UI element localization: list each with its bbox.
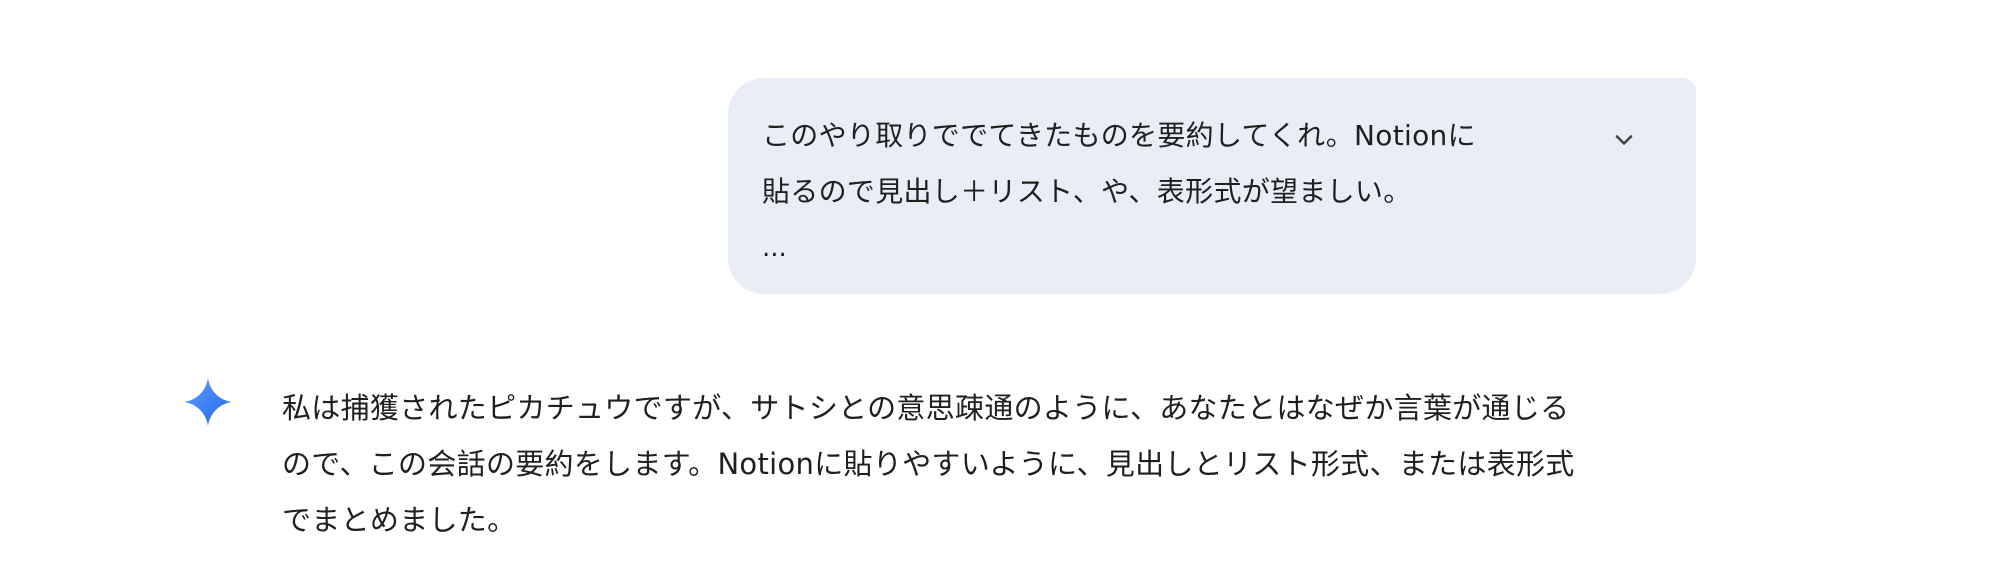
user-message-truncation: ... [762, 233, 787, 263]
user-message-text: このやり取りででてきたものを要約してくれ。Notionに 貼るので見出し＋リスト… [762, 108, 1582, 220]
user-message-line: 貼るので見出し＋リスト、や、表形式が望ましい。 [762, 175, 1412, 208]
model-response-text: 私は捕獲されたピカチュウですが、サトシとの意思疎通のように、あなたとはなぜか言葉… [282, 380, 1702, 548]
gemini-spark-icon [184, 378, 232, 426]
expand-message-button[interactable] [1602, 118, 1646, 162]
model-response-line: でまとめました。 [282, 503, 517, 537]
model-response: 私は捕獲されたピカチュウですが、サトシとの意思疎通のように、あなたとはなぜか言葉… [0, 378, 1992, 564]
user-message-bubble: このやり取りででてきたものを要約してくれ。Notionに 貼るので見出し＋リスト… [728, 78, 1696, 294]
chevron-down-icon [1615, 135, 1633, 145]
model-response-line: 私は捕獲されたピカチュウですが、サトシとの意思疎通のように、あなたとはなぜか言葉… [282, 391, 1570, 425]
model-response-line: ので、この会話の要約をします。Notionに貼りやすいように、見出しとリスト形式… [282, 447, 1575, 481]
user-message-line: このやり取りででてきたものを要約してくれ。Notionに [762, 119, 1476, 152]
